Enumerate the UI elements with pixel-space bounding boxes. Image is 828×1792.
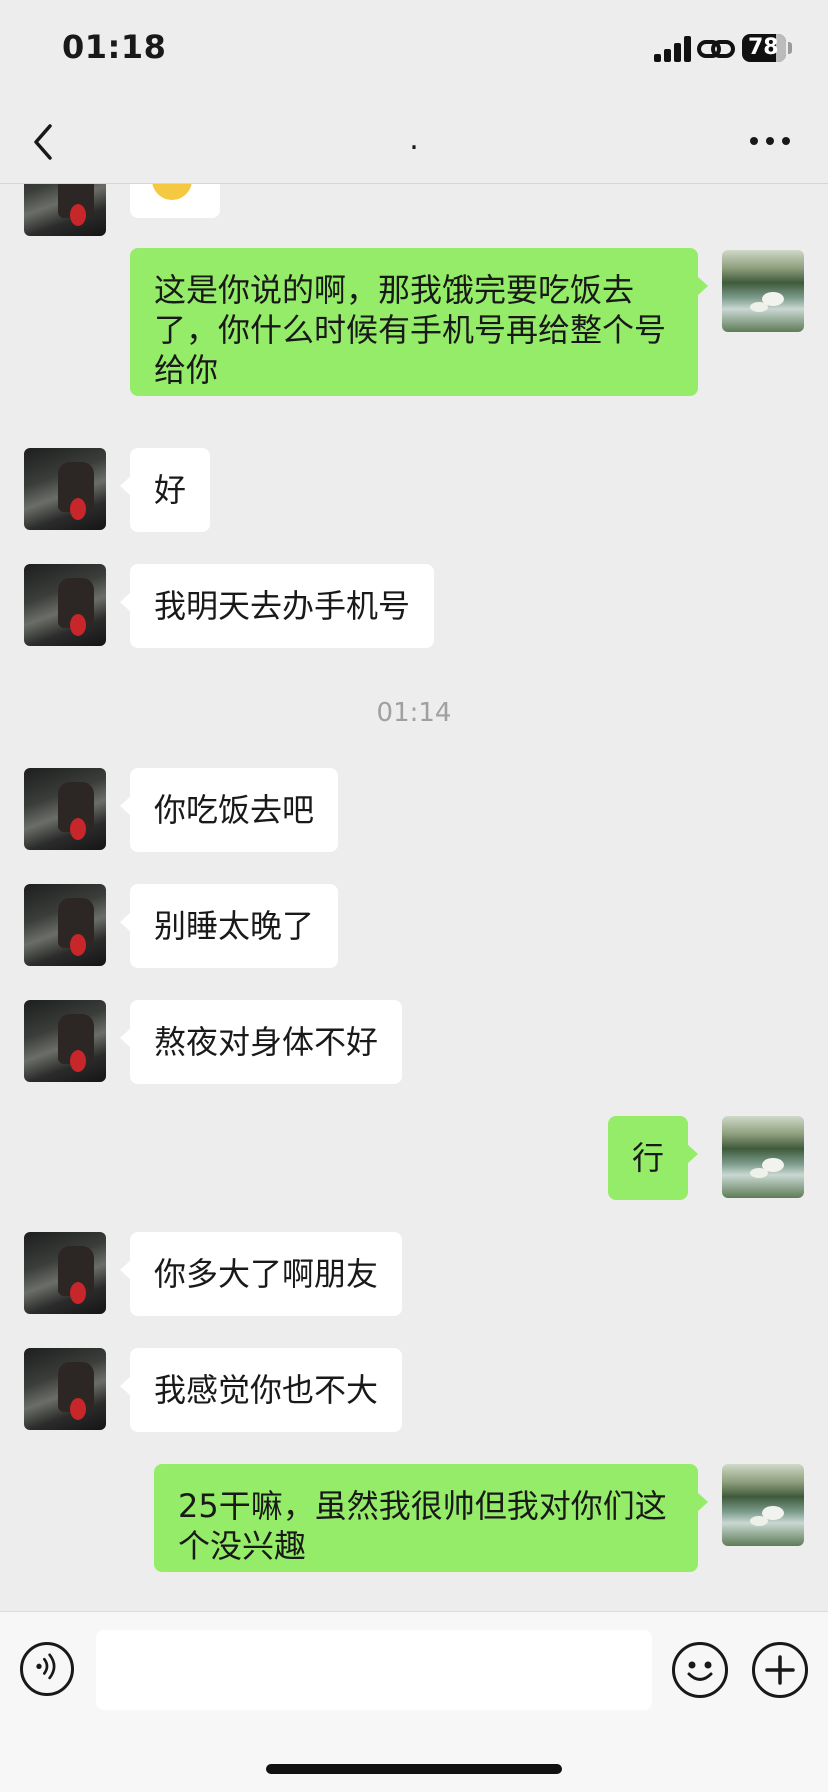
message-bubble-them[interactable]: 别睡太晚了 bbox=[119, 884, 339, 968]
message-bubble-them[interactable] bbox=[130, 184, 220, 218]
message-text: 我明天去办手机号 bbox=[154, 587, 411, 625]
message-text: 你多大了啊朋友 bbox=[154, 1255, 379, 1293]
voice-button[interactable] bbox=[20, 1642, 74, 1696]
my-avatar[interactable] bbox=[722, 250, 804, 332]
emoji-sticker bbox=[152, 184, 192, 200]
message-bubble-me[interactable]: 25干嘛，虽然我很帅但我对你们这个没兴趣 bbox=[154, 1464, 708, 1572]
contact-avatar[interactable] bbox=[24, 448, 106, 530]
chat-title: . bbox=[409, 122, 419, 157]
contact-avatar[interactable] bbox=[24, 184, 106, 236]
message-bubble-them[interactable]: 你吃饭去吧 bbox=[119, 768, 339, 852]
voice-icon bbox=[36, 1653, 56, 1680]
input-bar bbox=[0, 1611, 828, 1792]
status-bar: 01:18 78 bbox=[0, 0, 828, 100]
message-bubble-them[interactable]: 好 bbox=[119, 448, 211, 532]
signal-icon bbox=[654, 36, 692, 62]
contact-avatar[interactable] bbox=[24, 1000, 106, 1082]
plus-button[interactable] bbox=[752, 1642, 808, 1698]
more-icon[interactable] bbox=[748, 126, 792, 156]
message-input[interactable] bbox=[96, 1630, 652, 1710]
contact-avatar[interactable] bbox=[24, 564, 106, 646]
message-text: 我感觉你也不大 bbox=[154, 1371, 379, 1409]
message-text: 25干嘛，虽然我很帅但我对你们这个没兴趣 bbox=[178, 1487, 667, 1565]
message-text: 行 bbox=[632, 1139, 665, 1177]
contact-avatar[interactable] bbox=[24, 1348, 106, 1430]
battery-level: 78 bbox=[748, 35, 779, 60]
contact-avatar[interactable] bbox=[24, 768, 106, 850]
my-avatar[interactable] bbox=[722, 1464, 804, 1546]
message-text: 熬夜对身体不好 bbox=[154, 1023, 379, 1061]
message-text: 这是你说的啊，那我饿完要吃饭去了，你什么时候有手机号再给整个号给你 bbox=[154, 271, 667, 389]
chat-screen: 01:18 78 . 这是你说的啊，那我饿完要吃饭去了，你什么时候有手机号再给整… bbox=[0, 0, 828, 1792]
plus-icon bbox=[765, 1655, 795, 1685]
link-icon bbox=[697, 40, 735, 58]
message-text: 别睡太晚了 bbox=[154, 907, 315, 945]
emoji-icon bbox=[687, 1661, 713, 1681]
message-bubble-me[interactable]: 这是你说的啊，那我饿完要吃饭去了，你什么时候有手机号再给整个号给你 bbox=[130, 248, 708, 396]
message-bubble-them[interactable]: 熬夜对身体不好 bbox=[119, 1000, 403, 1084]
battery-cap bbox=[788, 42, 792, 54]
status-time: 01:18 bbox=[62, 28, 167, 66]
message-bubble-them[interactable]: 我明天去办手机号 bbox=[119, 564, 435, 648]
message-bubble-them[interactable]: 你多大了啊朋友 bbox=[119, 1232, 403, 1316]
emoji-button[interactable] bbox=[672, 1642, 728, 1698]
contact-avatar[interactable] bbox=[24, 884, 106, 966]
home-indicator[interactable] bbox=[266, 1764, 562, 1774]
message-bubble-them[interactable]: 我感觉你也不大 bbox=[119, 1348, 403, 1432]
message-text: 好 bbox=[154, 471, 187, 509]
battery-icon: 78 bbox=[742, 34, 786, 62]
message-text: 你吃饭去吧 bbox=[154, 791, 315, 829]
message-list[interactable]: 这是你说的啊，那我饿完要吃饭去了，你什么时候有手机号再给整个号给你 好 我明天去… bbox=[0, 184, 828, 1610]
message-timestamp: 01:14 bbox=[376, 698, 452, 728]
message-bubble-me[interactable]: 行 bbox=[608, 1116, 699, 1200]
nav-bar: . bbox=[0, 100, 828, 184]
contact-avatar[interactable] bbox=[24, 1232, 106, 1314]
my-avatar[interactable] bbox=[722, 1116, 804, 1198]
